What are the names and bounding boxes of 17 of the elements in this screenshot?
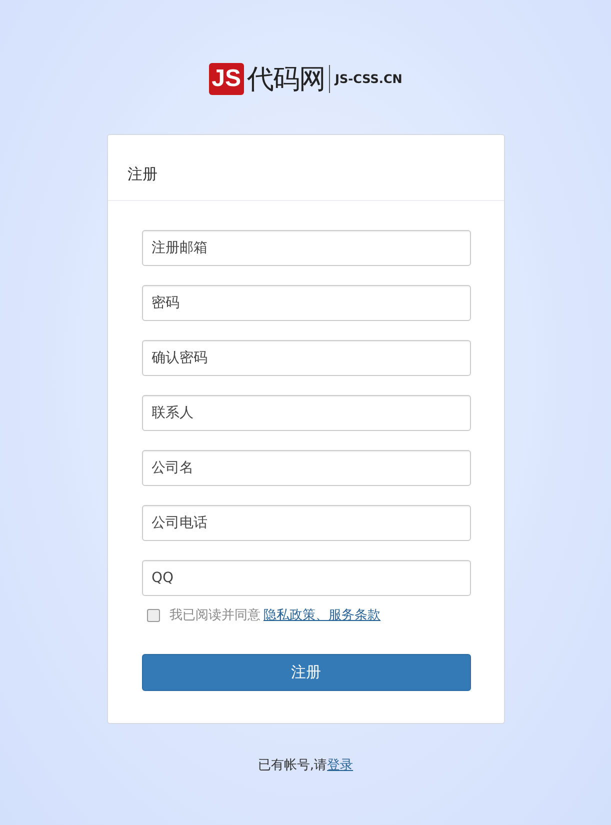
footer-text: 已有帐号,请 (258, 757, 328, 774)
input-field[interactable]: 注册邮箱 (142, 230, 470, 266)
agree-checkbox[interactable] (146, 608, 160, 622)
logo-domain: JS-CSS.CN (335, 72, 402, 86)
terms-link[interactable]: 隐私政策、服务条款 (264, 606, 380, 624)
input-field[interactable]: 公司名 (142, 450, 470, 486)
input-field[interactable]: 密码 (142, 285, 470, 321)
input-field[interactable]: 联系人 (142, 395, 470, 431)
logo-name: 代码网 (247, 63, 326, 97)
login-link[interactable]: 登录 (327, 756, 354, 774)
input-field[interactable]: 公司电话 (142, 505, 470, 541)
register-button[interactable]: 注册 (142, 654, 470, 691)
form-title: 注册 (128, 165, 158, 184)
input-field[interactable]: 确认密码 (142, 340, 470, 376)
logo-badge: JS (208, 63, 244, 95)
agreement-text: 我已阅读并同意 (170, 607, 260, 624)
input-field[interactable]: QQ (142, 560, 470, 596)
